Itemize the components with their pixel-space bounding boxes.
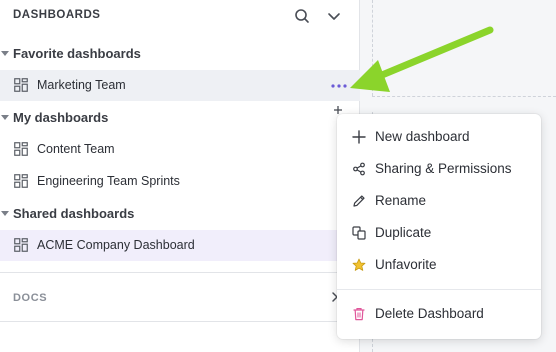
search-icon[interactable] [292,6,312,26]
add-dashboard-icon[interactable] [334,106,342,114]
menu-item-sharing-permissions[interactable]: Sharing & Permissions [337,154,541,184]
menu-item-delete-dashboard[interactable]: Delete Dashboard [337,299,541,329]
dashboard-icon [14,174,28,188]
plus-icon [352,130,366,144]
menu-item-label: Delete Dashboard [375,306,484,321]
caret-down-icon [1,211,9,216]
section-label: My dashboards [13,110,109,125]
menu-item-rename[interactable]: Rename [337,186,541,216]
duplicate-icon [352,226,366,240]
menu-item-unfavorite[interactable]: Unfavorite [337,250,541,280]
section-label: Shared dashboards [13,206,135,221]
star-icon [352,258,366,271]
dashboard-item-marketing-team[interactable]: Marketing Team [0,70,360,101]
menu-item-label: Rename [375,193,427,208]
divider [0,272,360,273]
dashboard-item-content-team[interactable]: Content Team [0,134,340,165]
menu-item-label: Sharing & Permissions [375,161,512,176]
caret-down-icon [1,51,9,56]
dashboard-context-menu: New dashboard Sharing & Permissions Rena… [337,114,541,339]
dashboard-icon [14,78,28,92]
divider [0,321,360,322]
trash-icon [353,308,365,321]
menu-item-new-dashboard[interactable]: New dashboard [337,122,541,152]
dashboard-item-label: Engineering Team Sprints [37,174,180,188]
section-my-dashboards[interactable]: My dashboards [0,106,360,130]
annotation-arrow-icon [350,26,494,92]
share-icon [353,162,365,176]
section-shared-dashboards[interactable]: Shared dashboards [0,202,360,226]
menu-divider [337,289,541,290]
dashboard-item-label: Content Team [37,142,115,156]
dashboard-item-label: Marketing Team [37,78,126,92]
caret-down-icon [1,115,9,120]
dashboard-item-engineering-team-sprints[interactable]: Engineering Team Sprints [0,166,340,197]
menu-item-label: Unfavorite [375,257,437,272]
dashboards-sidebar: DASHBOARDS Favorite dashboards Marketing… [0,0,360,352]
section-label: Favorite dashboards [13,46,141,61]
section-favorite-dashboards[interactable]: Favorite dashboards [0,42,360,66]
sidebar-title: DASHBOARDS [13,9,101,21]
sidebar-header: DASHBOARDS [0,0,360,32]
dashboard-item-acme-company-dashboard[interactable]: ACME Company Dashboard [0,230,360,261]
docs-section-label[interactable]: DOCS [13,292,47,304]
menu-item-label: New dashboard [375,129,470,144]
menu-item-duplicate[interactable]: Duplicate [337,218,541,248]
menu-item-label: Duplicate [375,225,432,240]
dashboard-icon [14,142,28,156]
dashboard-icon [14,238,28,252]
dashboard-item-label: ACME Company Dashboard [37,238,195,252]
pencil-icon [353,195,365,207]
